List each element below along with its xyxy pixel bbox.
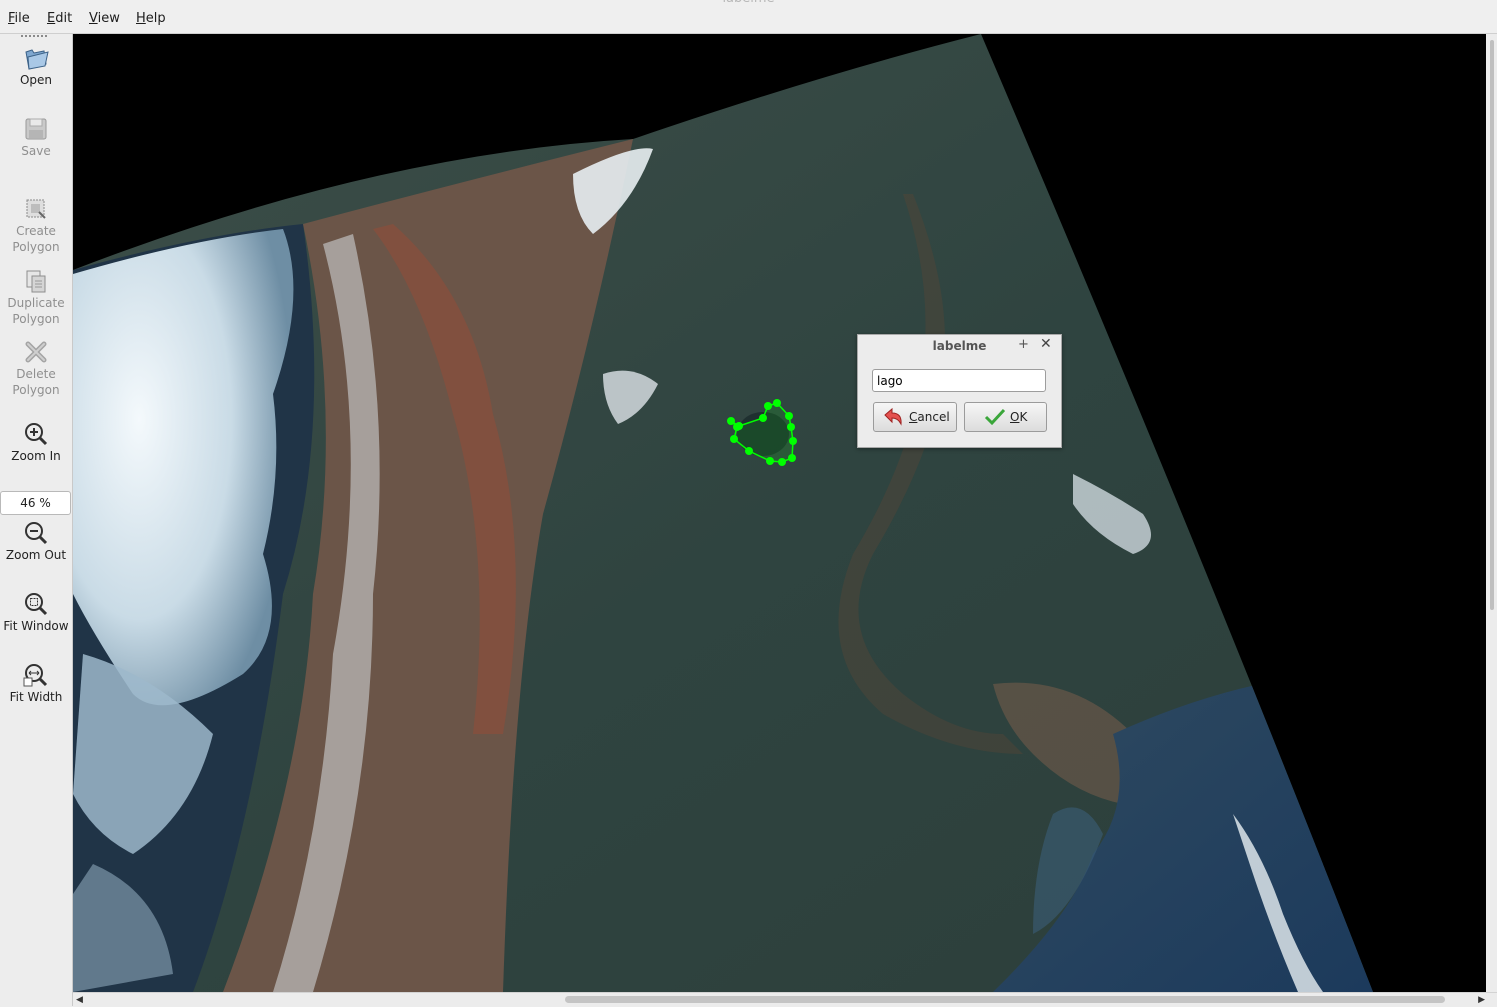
cancel-label: Cancel xyxy=(909,410,950,424)
fit-width-label: Fit Width xyxy=(9,690,63,704)
create-polygon-label-1: Create xyxy=(16,224,56,238)
menu-help[interactable]: Help xyxy=(136,11,166,26)
create-polygon-button[interactable]: Create Polygon xyxy=(0,195,72,255)
close-icon[interactable]: ✕ xyxy=(1040,336,1052,352)
pin-icon[interactable]: + xyxy=(1018,337,1029,352)
duplicate-polygon-label-2: Polygon xyxy=(12,312,60,326)
image-canvas[interactable] xyxy=(73,34,1486,992)
zoom-in-label: Zoom In xyxy=(11,449,61,463)
create-polygon-icon xyxy=(26,199,46,219)
zoom-level-field[interactable]: 46 % xyxy=(0,491,71,515)
scroll-left-arrow-icon[interactable]: ◀ xyxy=(76,995,83,1005)
cancel-button[interactable]: Cancel xyxy=(873,402,957,432)
fit-window-icon xyxy=(25,593,48,616)
satellite-image xyxy=(73,34,1373,992)
duplicate-polygon-button[interactable]: Duplicate Polygon xyxy=(0,267,72,327)
scroll-right-arrow-icon[interactable]: ▶ xyxy=(1478,995,1485,1005)
zoom-in-button[interactable]: Zoom In xyxy=(0,420,72,464)
checkmark-icon xyxy=(984,408,1006,426)
horizontal-scrollbar[interactable]: ◀ ▶ xyxy=(73,992,1497,1007)
folder-open-icon xyxy=(25,49,49,70)
undo-arrow-icon xyxy=(884,407,902,426)
vertical-scroll-thumb[interactable] xyxy=(1490,40,1494,610)
tool-bar: Open Save Create Polygon Duplicate Polyg… xyxy=(0,34,73,1006)
ok-label: OK xyxy=(1010,410,1028,424)
fit-window-label: Fit Window xyxy=(3,619,69,633)
zoom-out-button[interactable]: Zoom Out xyxy=(0,519,72,563)
label-input[interactable] xyxy=(872,369,1046,392)
save-label: Save xyxy=(21,144,51,158)
duplicate-polygon-label-1: Duplicate xyxy=(7,296,65,310)
delete-polygon-label-2: Polygon xyxy=(12,383,60,397)
fit-width-button[interactable]: Fit Width xyxy=(0,661,72,705)
zoom-in-icon xyxy=(25,423,48,446)
fit-width-icon xyxy=(23,664,48,687)
open-button[interactable]: Open xyxy=(0,44,72,88)
menu-bar: labelme File Edit View Help xyxy=(0,0,1497,34)
menu-file[interactable]: File xyxy=(8,11,30,26)
dialog-title: labelme xyxy=(932,339,987,353)
duplicate-icon xyxy=(26,270,46,293)
label-dialog: labelme + ✕ Cancel OK xyxy=(857,334,1062,448)
zoom-out-icon xyxy=(25,522,48,545)
delete-polygon-button[interactable]: Delete Polygon xyxy=(0,338,72,398)
menu-view[interactable]: View xyxy=(89,11,120,26)
save-icon xyxy=(25,118,47,140)
horizontal-scroll-thumb[interactable] xyxy=(565,996,1445,1003)
vertical-scrollbar[interactable] xyxy=(1487,34,1497,992)
window-title: labelme xyxy=(0,0,1497,6)
delete-icon xyxy=(25,341,47,363)
create-polygon-label-2: Polygon xyxy=(12,240,60,254)
open-label: Open xyxy=(19,73,53,87)
delete-polygon-label-1: Delete xyxy=(16,367,56,381)
menu-edit[interactable]: Edit xyxy=(47,11,72,26)
fit-window-button[interactable]: Fit Window xyxy=(0,590,72,634)
save-button[interactable]: Save xyxy=(0,115,72,159)
ok-button[interactable]: OK xyxy=(964,402,1047,432)
toolbar-grip[interactable] xyxy=(21,35,47,40)
zoom-out-label: Zoom Out xyxy=(5,548,67,562)
earth-disk xyxy=(73,34,1373,992)
